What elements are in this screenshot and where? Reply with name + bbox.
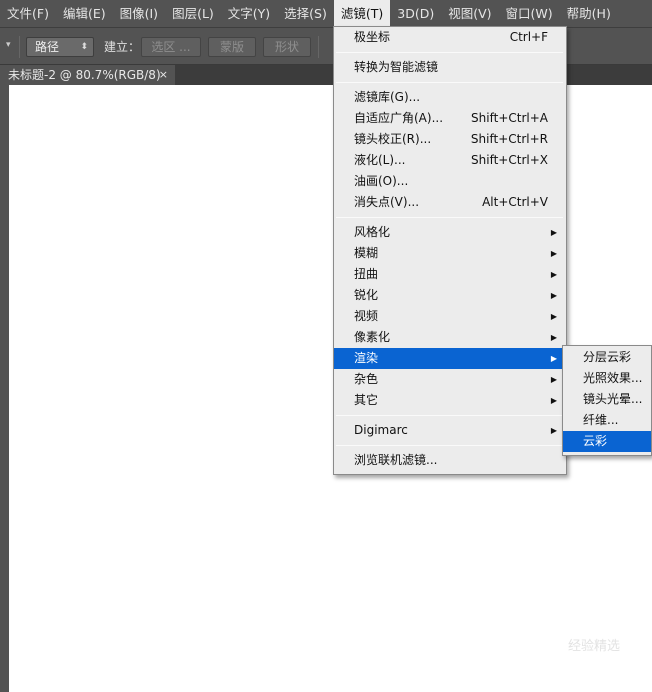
tool-preset-dropdown-icon[interactable]: ▾ [6, 40, 11, 50]
filter-menu-item[interactable]: 转换为智能滤镜 [334, 57, 566, 78]
document-tab[interactable]: 未标题-2 @ 80.7%(RGB/8) × [0, 65, 175, 85]
menu-divider [336, 82, 563, 83]
path-mode-select[interactable]: 路径 ⬍ [26, 37, 94, 57]
menu-item-label: 浏览联机滤镜... [354, 453, 438, 467]
menu-item-label: 镜头校正(R)... [354, 132, 432, 146]
render-submenu-item[interactable]: 光照效果... [563, 368, 651, 389]
filter-menu-item[interactable]: 极坐标 Ctrl+F [334, 27, 566, 48]
menu-item-label: 油画(O)... [354, 174, 409, 188]
menu-divider [336, 445, 563, 446]
menu-item-label: 模糊 [354, 246, 379, 260]
updown-arrow-icon: ⬍ [80, 42, 88, 52]
menu-item-shortcut: Shift+Ctrl+A [471, 111, 548, 125]
document-tab-title: 未标题-2 @ 80.7%(RGB/8) [8, 68, 161, 82]
filter-menu-item[interactable]: 液化(L)... Shift+Ctrl+X [334, 150, 566, 171]
menu-edit[interactable]: 编辑(E) [56, 0, 113, 27]
path-mode-value: 路径 [35, 40, 60, 54]
menu-item-label: 扭曲 [354, 267, 379, 281]
menu-divider [336, 217, 563, 218]
render-submenu-item[interactable]: 云彩 [563, 431, 651, 452]
filter-menu-item[interactable]: 滤镜库(G)... [334, 87, 566, 108]
menu-item-shortcut: Ctrl+F [509, 30, 548, 44]
watermark: 经验精选 [567, 639, 620, 654]
render-submenu-item[interactable]: 分层云彩 [563, 347, 651, 368]
filter-menu-item[interactable]: 自适应广角(A)... Shift+Ctrl+A [334, 108, 566, 129]
filter-menu-item[interactable]: Digimarc ▶ [334, 420, 566, 441]
filter-menu-item[interactable]: 模糊 ▶ [334, 243, 566, 264]
menu-divider [336, 415, 563, 416]
submenu-arrow-icon: ▶ [550, 375, 557, 384]
close-icon[interactable]: × [159, 65, 168, 85]
submenu-arrow-icon: ▶ [550, 291, 557, 300]
render-submenu-item[interactable]: 纤维... [563, 410, 651, 431]
submenu-arrow-icon: ▶ [550, 396, 557, 405]
menu-item-label: 渲染 [354, 351, 379, 365]
menu-item-label: 滤镜库(G)... [354, 90, 421, 104]
filter-menu-item[interactable]: 浏览联机滤镜... [334, 450, 566, 471]
make-label: 建立： [104, 40, 141, 54]
filter-menu-item[interactable]: 扭曲 ▶ [334, 264, 566, 285]
make-shape-button[interactable]: 形状 [263, 37, 311, 57]
submenu-arrow-icon: ▶ [550, 354, 557, 363]
options-divider [19, 36, 20, 58]
menu-item-label: 视频 [354, 309, 379, 323]
menu-select[interactable]: 选择(S) [277, 0, 334, 27]
filter-menu-item[interactable]: 消失点(V)... Alt+Ctrl+V [334, 192, 566, 213]
submenu-arrow-icon: ▶ [550, 426, 557, 435]
submenu-arrow-icon: ▶ [550, 249, 557, 258]
filter-menu-item[interactable]: 渲染 ▶ [334, 348, 566, 369]
filter-menu-item[interactable]: 视频 ▶ [334, 306, 566, 327]
menu-item-label: 液化(L)... [354, 153, 406, 167]
filter-menu-item[interactable]: 像素化 ▶ [334, 327, 566, 348]
menu-item-shortcut: Alt+Ctrl+V [482, 195, 548, 209]
menu-bar: 文件(F) 编辑(E) 图像(I) 图层(L) 文字(Y) 选择(S) 滤镜(T… [0, 0, 652, 27]
filter-menu-item[interactable]: 油画(O)... [334, 171, 566, 192]
menu-item-label: 杂色 [354, 372, 379, 386]
menu-item-label: 自适应广角(A)... [354, 111, 444, 125]
menu-file[interactable]: 文件(F) [0, 0, 56, 27]
menu-item-label: 消失点(V)... [354, 195, 420, 209]
filter-menu-dropdown: 极坐标 Ctrl+F 转换为智能滤镜 滤镜库(G)... 自适应广角(A)... Shif… [333, 26, 567, 475]
submenu-arrow-icon: ▶ [550, 333, 557, 342]
menu-3d[interactable]: 3D(D) [390, 0, 441, 27]
menu-divider [336, 52, 563, 53]
filter-menu-item[interactable]: 其它 ▶ [334, 390, 566, 411]
make-mask-button[interactable]: 蒙版 [208, 37, 256, 57]
filter-menu-item[interactable]: 镜头校正(R)... Shift+Ctrl+R [334, 129, 566, 150]
submenu-arrow-icon: ▶ [550, 270, 557, 279]
render-submenu-item[interactable]: 镜头光晕... [563, 389, 651, 410]
menu-item-label: 风格化 [354, 225, 391, 239]
menu-type[interactable]: 文字(Y) [221, 0, 277, 27]
options-divider [318, 36, 319, 58]
menu-item-label: Digimarc [354, 423, 408, 437]
menu-view[interactable]: 视图(V) [441, 0, 498, 27]
make-selection-button[interactable]: 选区 ... [141, 37, 201, 57]
filter-menu-item[interactable]: 杂色 ▶ [334, 369, 566, 390]
submenu-arrow-icon: ▶ [550, 312, 557, 321]
menu-item-label: 极坐标 [354, 30, 391, 44]
filter-menu-item[interactable]: 锐化 ▶ [334, 285, 566, 306]
menu-filter[interactable]: 滤镜(T) [333, 0, 391, 27]
menu-layer[interactable]: 图层(L) [165, 0, 221, 27]
menu-item-shortcut: Shift+Ctrl+X [471, 153, 548, 167]
filter-menu-item[interactable]: 风格化 ▶ [334, 222, 566, 243]
menu-item-label: 锐化 [354, 288, 379, 302]
menu-image[interactable]: 图像(I) [113, 0, 165, 27]
menu-item-label: 其它 [354, 393, 379, 407]
render-submenu: 分层云彩 光照效果... 镜头光晕... 纤维... 云彩 [562, 345, 652, 456]
menu-item-label: 转换为智能滤镜 [354, 60, 439, 74]
menu-help[interactable]: 帮助(H) [560, 0, 618, 27]
menu-window[interactable]: 窗口(W) [499, 0, 560, 27]
submenu-arrow-icon: ▶ [550, 228, 557, 237]
menu-item-shortcut: Shift+Ctrl+R [470, 132, 548, 146]
menu-item-label: 像素化 [354, 330, 391, 344]
